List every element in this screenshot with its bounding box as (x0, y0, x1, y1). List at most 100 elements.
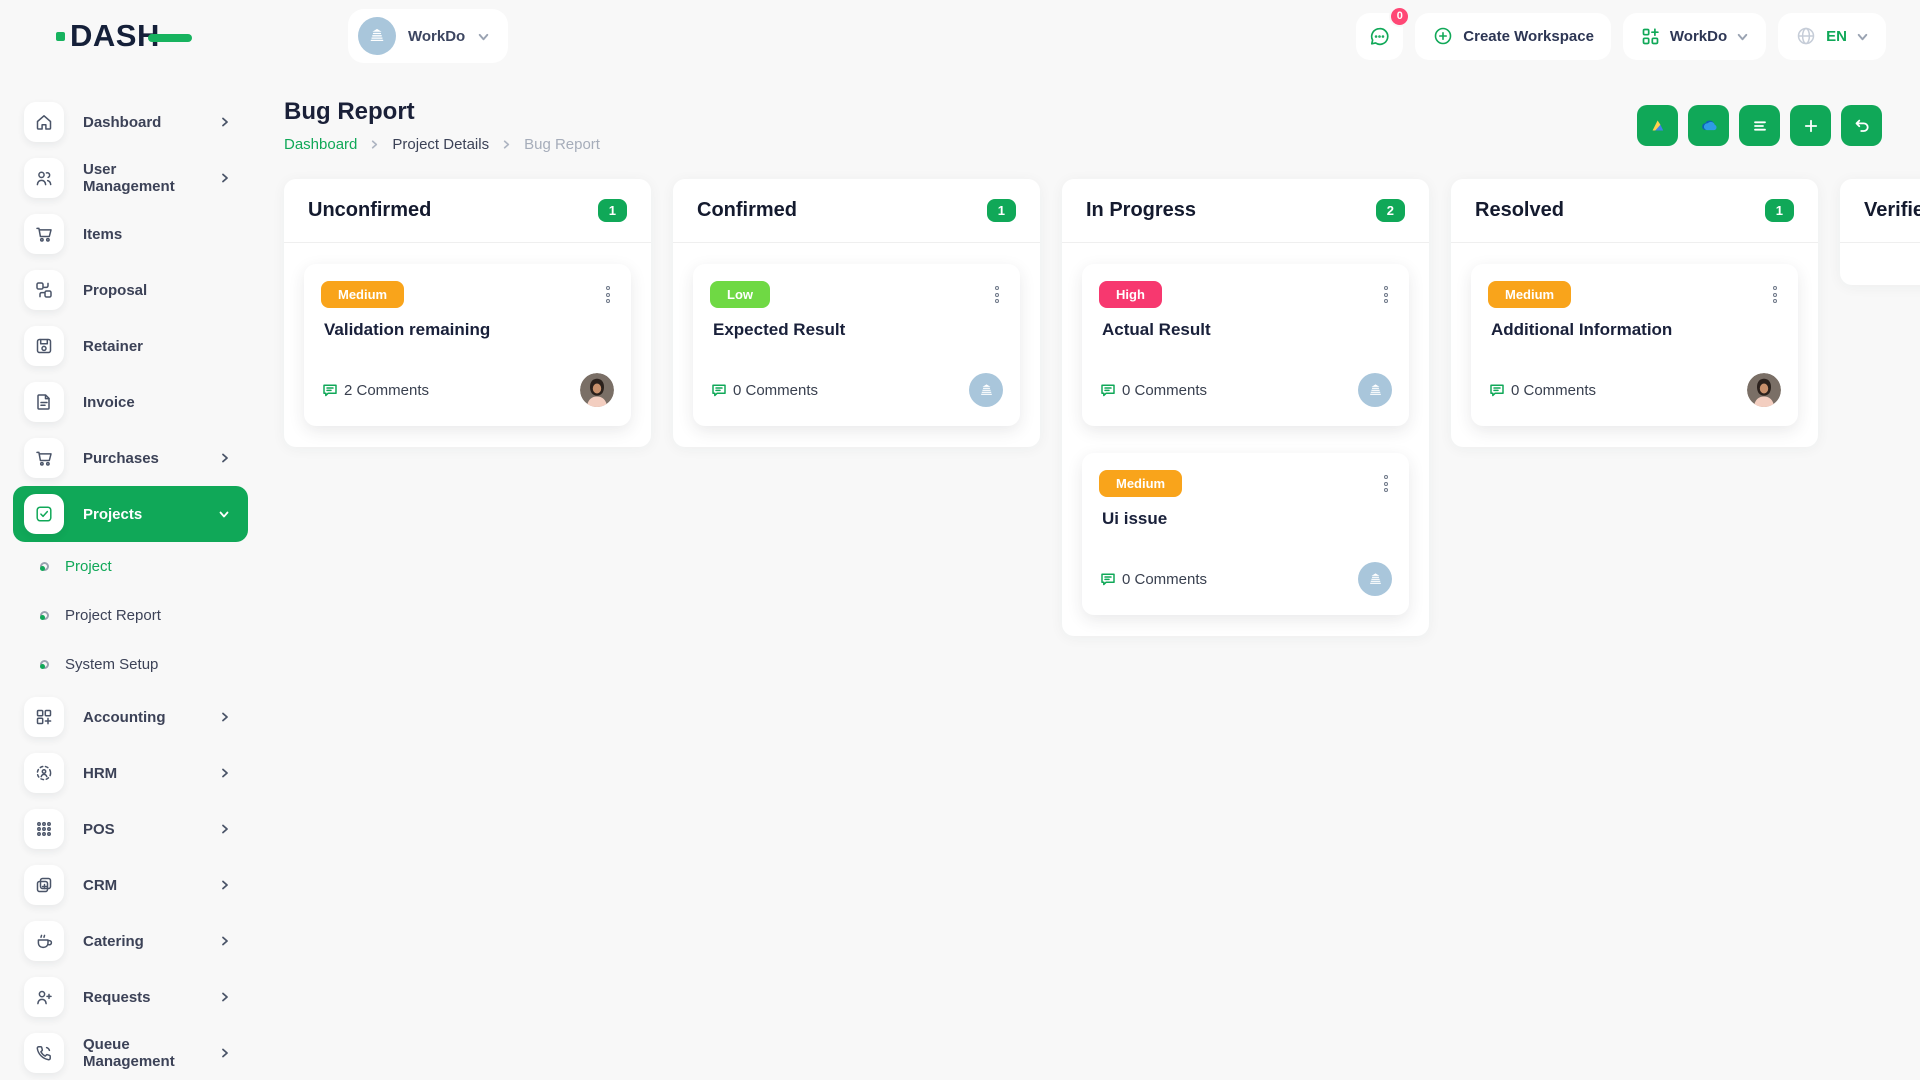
sidebar-subitem-project-report[interactable]: Project Report (0, 591, 257, 640)
bullet-icon (40, 660, 49, 669)
chevron-down-icon (477, 30, 490, 43)
users-icon (24, 158, 64, 198)
comment-icon (1488, 381, 1506, 399)
sidebar-item-user-management[interactable]: User Management (0, 150, 257, 206)
workspace-name: WorkDo (408, 28, 465, 45)
column-title: Confirmed (697, 199, 797, 222)
assignee-avatar (580, 373, 614, 407)
task-card[interactable]: Medium Additional Information 0 Comments (1471, 264, 1798, 426)
task-card[interactable]: Medium Validation remaining 2 Comments (304, 264, 631, 426)
workspace-menu-label: WorkDo (1670, 28, 1727, 45)
card-menu-button[interactable] (602, 281, 614, 308)
chevron-right-icon (219, 823, 231, 835)
comment-icon (1099, 381, 1117, 399)
logo-text: DASH (70, 18, 160, 54)
priority-badge: Medium (321, 281, 404, 308)
card-menu-button[interactable] (1380, 470, 1392, 497)
messages-button[interactable]: 0 (1356, 13, 1403, 60)
plus-icon (1801, 116, 1821, 136)
sidebar-subitem-project[interactable]: Project (0, 542, 257, 591)
workspace-selector[interactable]: WorkDo (348, 9, 508, 63)
onedrive-button[interactable] (1688, 105, 1729, 146)
logo-bar (148, 34, 192, 42)
column-count-badge: 1 (598, 199, 627, 222)
chevron-right-icon (369, 139, 380, 150)
purchases-cart-icon (24, 438, 64, 478)
page-title: Bug Report (284, 98, 600, 126)
language-label: EN (1826, 28, 1847, 45)
sidebar-subitem-system-setup[interactable]: System Setup (0, 640, 257, 689)
column-count-badge: 1 (1765, 199, 1794, 222)
card-menu-button[interactable] (1769, 281, 1781, 308)
comment-icon (710, 381, 728, 399)
workspace-avatar-icon (358, 17, 396, 55)
kanban-column-in-progress: In Progress 2 High Actual Result 0 Comme… (1062, 179, 1429, 636)
sidebar-item-pos[interactable]: POS (0, 801, 257, 857)
breadcrumb-current: Bug Report (524, 136, 600, 153)
column-title: Verified (1864, 199, 1920, 222)
chevron-right-icon (219, 116, 231, 128)
comments-count: 0 Comments (710, 381, 818, 399)
column-title: In Progress (1086, 199, 1196, 222)
column-title: Unconfirmed (308, 199, 431, 222)
card-menu-button[interactable] (1380, 281, 1392, 308)
language-selector[interactable]: EN (1778, 13, 1886, 60)
sidebar-item-accounting[interactable]: Accounting (0, 689, 257, 745)
task-card[interactable]: High Actual Result 0 Comments (1082, 264, 1409, 426)
back-button[interactable] (1841, 105, 1882, 146)
card-title: Ui issue (1102, 509, 1392, 529)
chevron-down-icon (1736, 30, 1749, 43)
google-drive-icon (1648, 116, 1667, 135)
cards-plus-icon (24, 865, 64, 905)
sidebar-item-queue-management[interactable]: Queue Management (0, 1025, 257, 1080)
save-icon (24, 326, 64, 366)
column-title: Resolved (1475, 199, 1564, 222)
chevron-right-icon (219, 935, 231, 947)
sidebar-item-requests[interactable]: Requests (0, 969, 257, 1025)
kanban-column-confirmed: Confirmed 1 Low Expected Result 0 Commen… (673, 179, 1040, 447)
task-card[interactable]: Low Expected Result 0 Comments (693, 264, 1020, 426)
sidebar-item-crm[interactable]: CRM (0, 857, 257, 913)
task-card[interactable]: Medium Ui issue 0 Comments (1082, 453, 1409, 615)
sidebar-item-invoice[interactable]: Invoice (0, 374, 257, 430)
card-title: Validation remaining (324, 320, 614, 340)
chevron-right-icon (219, 991, 231, 1003)
chevron-down-icon (218, 508, 230, 520)
messages-badge: 0 (1389, 6, 1410, 27)
onedrive-icon (1698, 115, 1719, 136)
sidebar-item-hrm[interactable]: HRM (0, 745, 257, 801)
priority-badge: Medium (1488, 281, 1571, 308)
message-bubble-icon (1368, 25, 1391, 48)
sidebar-item-items[interactable]: Items (0, 206, 257, 262)
add-button[interactable] (1790, 105, 1831, 146)
globe-icon (1795, 25, 1817, 47)
sidebar-item-proposal[interactable]: Proposal (0, 262, 257, 318)
comments-count: 0 Comments (1099, 381, 1207, 399)
kanban-column-unconfirmed: Unconfirmed 1 Medium Validation remainin… (284, 179, 651, 447)
sidebar-item-projects[interactable]: Projects (13, 486, 248, 542)
column-count-badge: 1 (987, 199, 1016, 222)
sidebar-item-purchases[interactable]: Purchases (0, 430, 257, 486)
person-plus-icon (24, 977, 64, 1017)
dots-grid-icon (24, 809, 64, 849)
main-content: Bug Report Dashboard Project Details Bug… (257, 72, 1920, 1080)
comments-count: 0 Comments (1488, 381, 1596, 399)
sidebar-item-dashboard[interactable]: Dashboard (0, 94, 257, 150)
undo-arrow-icon (1852, 116, 1872, 136)
topbar: DASH WorkDo 0 Create Workspace (0, 0, 1920, 72)
breadcrumb-project-details[interactable]: Project Details (392, 136, 489, 153)
list-view-button[interactable] (1739, 105, 1780, 146)
sidebar-item-retainer[interactable]: Retainer (0, 318, 257, 374)
column-count-badge: 2 (1376, 199, 1405, 222)
create-workspace-button[interactable]: Create Workspace (1415, 13, 1611, 60)
sidebar-item-catering[interactable]: Catering (0, 913, 257, 969)
swap-squares-icon (24, 270, 64, 310)
comment-icon (321, 381, 339, 399)
google-drive-button[interactable] (1637, 105, 1678, 146)
app-logo: DASH (56, 18, 256, 54)
breadcrumb-dashboard[interactable]: Dashboard (284, 136, 357, 153)
chevron-right-icon (219, 452, 231, 464)
workspace-menu-button[interactable]: WorkDo (1623, 13, 1766, 60)
card-menu-button[interactable] (991, 281, 1003, 308)
cart-icon (24, 214, 64, 254)
